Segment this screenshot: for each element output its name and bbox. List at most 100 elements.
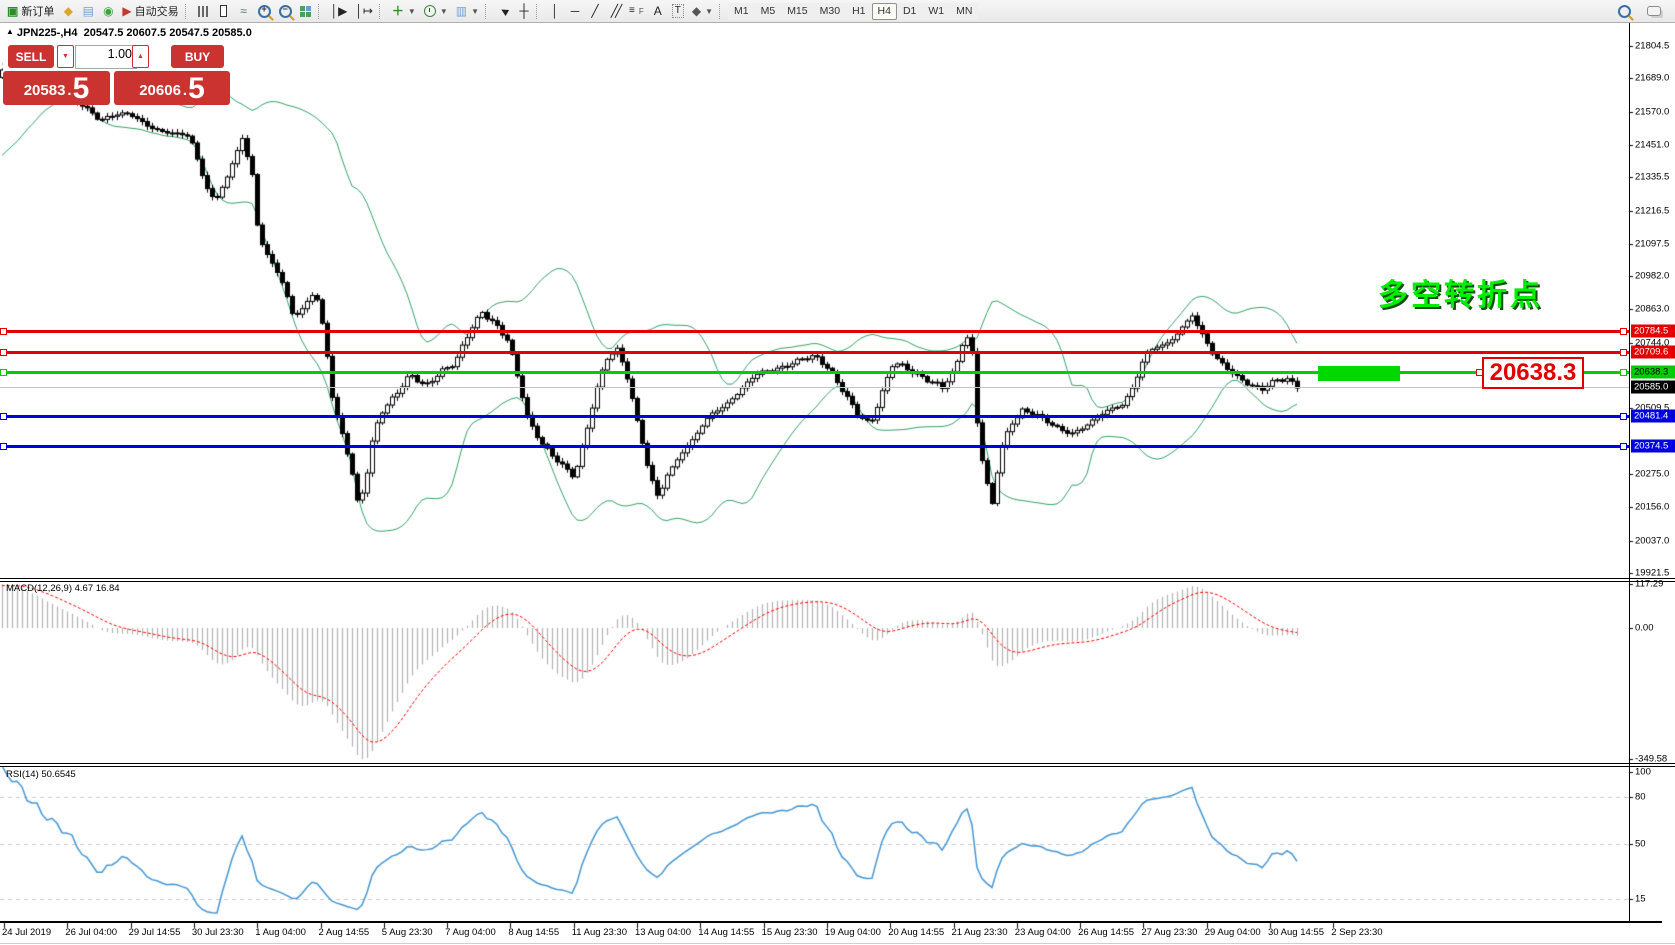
fibonacci-icon: ≡ xyxy=(629,5,635,16)
auto-trading-button[interactable]: ▶ 自动交易 xyxy=(118,2,182,20)
timeframe-h1[interactable]: H1 xyxy=(846,2,872,20)
highlight-rectangle[interactable] xyxy=(1318,366,1400,381)
cursor-tool-button[interactable]: ▲ xyxy=(494,2,514,20)
toolbar-right-group xyxy=(1614,2,1675,20)
timeframe-group: M1 M5 M15 M30 H1 H4 D1 W1 MN xyxy=(728,2,979,20)
channel-tool-button[interactable]: ╱╱ xyxy=(605,2,625,20)
tile-windows-button[interactable] xyxy=(296,2,316,20)
timeframe-m5[interactable]: M5 xyxy=(754,2,782,20)
price-level-label: 20481.4 xyxy=(1631,409,1675,423)
zoom-in-button[interactable]: + xyxy=(254,2,275,20)
vertical-line-tool-button[interactable]: │ xyxy=(545,2,565,20)
horizontal-level-line[interactable] xyxy=(0,444,1629,448)
toolbar: ▣ 新订单 ◆ ▤ ◉ ▶ 自动交易 ≈ + − │▶ │↦ ＋ ▼ ▼ ▥ ▼ ▲… xyxy=(0,0,1675,23)
trendline-tool-button[interactable]: ╱ xyxy=(585,2,605,20)
rsi-axis-label: 100 xyxy=(1635,766,1651,778)
eraser-button[interactable]: ◆ xyxy=(58,2,78,20)
volume-decrease-button[interactable]: ▼ xyxy=(57,45,74,68)
chart-shift-button[interactable]: │↦ xyxy=(351,2,377,20)
buy-price-display[interactable]: 20606. 5 xyxy=(114,71,230,105)
text-tool-button[interactable]: A xyxy=(648,2,668,20)
price-callout-box[interactable]: 20638.3 xyxy=(1482,357,1584,389)
line-handle-marker[interactable] xyxy=(0,413,7,421)
price-axis-label: 19921.5 xyxy=(1635,567,1670,579)
price-axis-label: 20982.0 xyxy=(1635,270,1670,282)
templates-button[interactable]: ▥ ▼ xyxy=(452,2,483,20)
line-handle-marker[interactable] xyxy=(1620,369,1627,377)
candlestick-chart-button[interactable] xyxy=(214,2,234,20)
text-tool-icon: A xyxy=(653,4,662,18)
line-chart-button[interactable]: ≈ xyxy=(234,2,254,20)
tile-windows-icon xyxy=(300,5,312,17)
horizontal-level-line[interactable] xyxy=(0,350,1629,354)
eraser-icon: ◆ xyxy=(63,4,73,18)
sell-price-display[interactable]: 20583. 5 xyxy=(3,71,110,105)
chart-shift-icon: │↦ xyxy=(355,4,373,18)
timeframe-m1[interactable]: M1 xyxy=(728,2,755,20)
new-order-button[interactable]: ▣ 新订单 xyxy=(3,2,58,20)
zoom-out-button[interactable]: − xyxy=(275,2,296,20)
volume-input[interactable]: 1.00 xyxy=(75,45,137,69)
chat-button[interactable] xyxy=(1643,2,1665,20)
price-axis-label: 21689.0 xyxy=(1635,72,1670,84)
line-handle-marker[interactable] xyxy=(1620,349,1627,357)
bar-chart-button[interactable] xyxy=(194,2,214,20)
crosshair-tool-button[interactable]: ┼ xyxy=(514,2,534,20)
line-handle-marker[interactable] xyxy=(0,349,7,357)
crosshair-icon: ┼ xyxy=(519,3,529,18)
arrows-tool-button[interactable]: ◆ ▼ xyxy=(688,2,717,20)
price-axis-label: 21216.5 xyxy=(1635,205,1670,217)
line-handle-marker[interactable] xyxy=(0,443,7,451)
line-handle-marker[interactable] xyxy=(1620,443,1627,451)
signal-button[interactable]: ◉ xyxy=(98,2,118,20)
volume-increase-button[interactable]: ▲ xyxy=(132,45,149,68)
line-handle-marker[interactable] xyxy=(1620,328,1627,336)
sell-button[interactable]: SELL xyxy=(8,45,54,68)
price-axis-label: 21804.5 xyxy=(1635,40,1670,52)
buy-button-label: BUY xyxy=(184,49,211,64)
pane-separator[interactable] xyxy=(0,581,1675,582)
time-axis-label: 5 Aug 23:30 xyxy=(381,927,433,938)
search-button[interactable] xyxy=(1614,2,1635,20)
horizontal-level-line[interactable] xyxy=(0,414,1629,418)
line-handle-marker[interactable] xyxy=(0,369,7,377)
periods-button[interactable]: ▼ xyxy=(420,2,452,20)
signal-icon: ◉ xyxy=(103,4,114,18)
buy-price-dot: . xyxy=(182,82,188,99)
price-axis-label: 21097.5 xyxy=(1635,238,1670,250)
profile-button[interactable]: ▤ xyxy=(78,2,98,20)
fibonacci-tool-button[interactable]: ≡ F xyxy=(625,2,648,20)
timeframe-w1[interactable]: W1 xyxy=(922,2,951,20)
time-axis-line xyxy=(0,921,1662,923)
time-axis-label: 26 Jul 04:00 xyxy=(65,927,118,938)
toolbar-separator xyxy=(184,3,190,19)
line-handle-marker[interactable] xyxy=(0,328,7,336)
horizontal-level-line[interactable] xyxy=(0,386,1629,388)
timeframe-m15[interactable]: M15 xyxy=(781,2,814,20)
line-handle-marker[interactable] xyxy=(1620,413,1627,421)
timeframe-mn[interactable]: MN xyxy=(950,2,979,20)
timeframe-m30[interactable]: M30 xyxy=(813,2,847,20)
vertical-line-icon: │ xyxy=(551,4,559,18)
buy-button[interactable]: BUY xyxy=(171,45,224,68)
indicators-button[interactable]: ＋ ▼ xyxy=(388,2,420,20)
horizontal-line-icon: ─ xyxy=(570,4,580,18)
auto-scroll-button[interactable]: │▶ xyxy=(327,2,352,20)
price-axis-label: 20863.0 xyxy=(1635,303,1670,315)
time-axis-label: 26 Aug 14:55 xyxy=(1078,927,1135,938)
pane-separator[interactable] xyxy=(0,763,1675,764)
chart-window: ▲ JPN225-,H4 20547.5 20607.5 20547.5 2058… xyxy=(0,23,1675,945)
timeframe-h4[interactable]: H4 xyxy=(871,2,897,20)
timeframe-d1[interactable]: D1 xyxy=(896,2,923,20)
pane-separator[interactable] xyxy=(0,578,1675,579)
time-axis-label: 11 Aug 23:30 xyxy=(571,927,627,938)
horizontal-line-tool-button[interactable]: ─ xyxy=(565,2,585,20)
toolbar-separator xyxy=(536,3,541,19)
cursor-icon: ▲ xyxy=(494,2,514,20)
pane-separator[interactable] xyxy=(0,766,1675,767)
dropdown-arrow-icon: ▼ xyxy=(439,6,448,16)
horizontal-level-line[interactable] xyxy=(0,329,1629,333)
chart-canvas[interactable] xyxy=(0,23,1675,945)
auto-trading-label: 自动交易 xyxy=(134,6,179,18)
text-label-tool-button[interactable]: T xyxy=(668,2,688,20)
